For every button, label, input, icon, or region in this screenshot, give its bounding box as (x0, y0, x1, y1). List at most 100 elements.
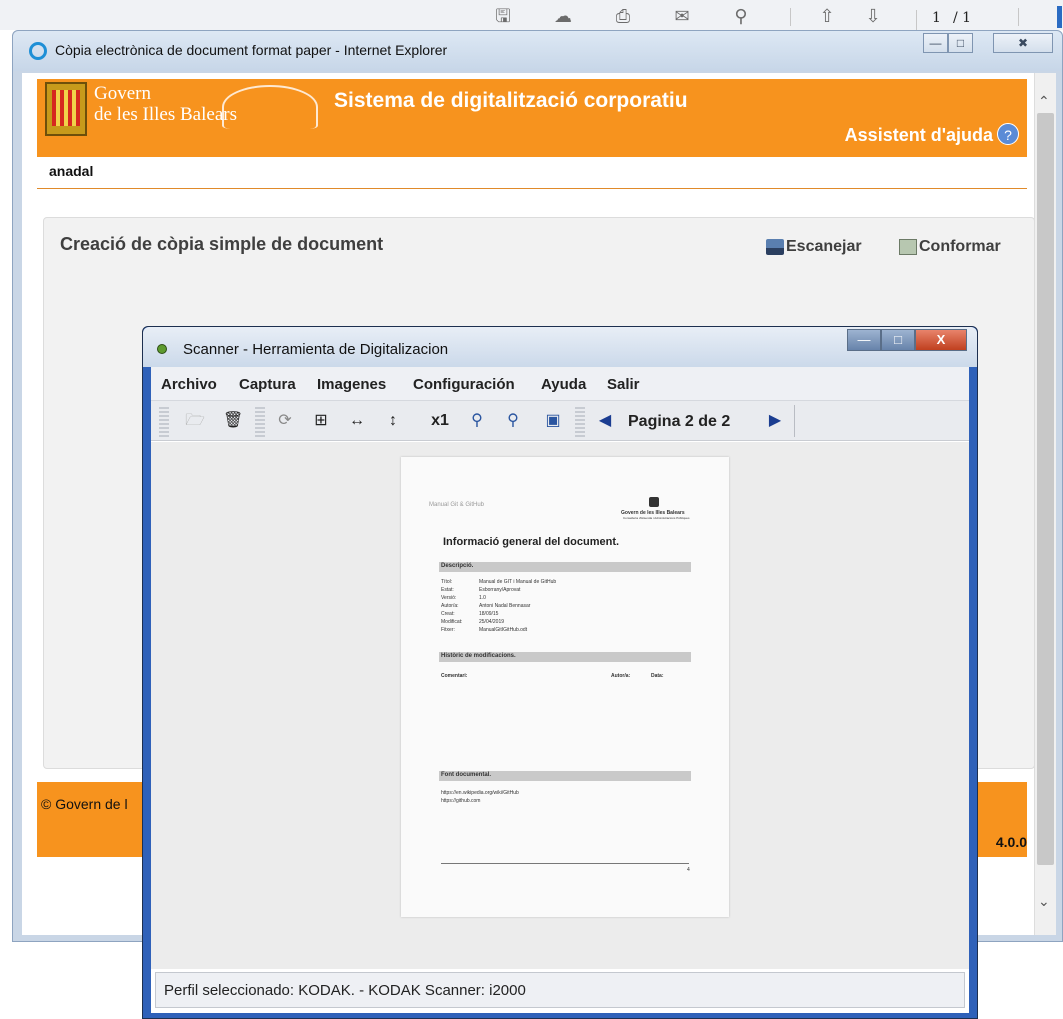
doc-field-key: Creat: (441, 611, 455, 617)
scrollbar-thumb[interactable] (1037, 113, 1054, 865)
scan-label: Escanejar (786, 238, 862, 255)
doc-link: https://github.com (441, 798, 481, 804)
scroll-up-icon[interactable]: ⌃ (1038, 93, 1050, 110)
toolbar-grip[interactable] (255, 407, 265, 437)
doc-field-value: ManualGitIGitHub.odt (479, 627, 528, 633)
doc-section-history-label: Històric de modificacions. (441, 653, 516, 659)
arrow-down-icon[interactable]: ⇩ (862, 6, 884, 26)
menu-archivo[interactable]: Archivo (161, 376, 217, 393)
arrow-up-icon[interactable]: ⇧ (816, 6, 838, 26)
doc-field-key: Modificat: (441, 619, 463, 625)
system-title: Sistema de digitalització corporatiu (334, 89, 688, 112)
brand-swoosh-icon (222, 85, 318, 129)
trash-icon[interactable]: 🗑 (223, 411, 243, 431)
doc-section-sources: Font documental. (439, 771, 691, 781)
doc-field-key: Autor/a: (441, 603, 459, 609)
zoom-in-icon[interactable]: ⚲ (467, 411, 487, 431)
ie-titlebar[interactable]: Còpia electrònica de document format pap… (13, 31, 1062, 71)
menu-configuracion[interactable]: Configuración (413, 376, 515, 393)
pdf-toolbar: 🖫 ☁ ⎙ ✉ ⚲ ⇧ ⇩ 1 / 1 (0, 0, 1063, 30)
doc-field-value: 1.0 (479, 595, 486, 601)
zoom-1x-icon[interactable]: x1 (427, 411, 453, 431)
doc-field-value: Manual de GIT i Manual de GitHub (479, 579, 557, 585)
toolbar-grip[interactable] (159, 407, 169, 437)
doc-history-col: Data: (651, 673, 664, 679)
username: anadal (49, 163, 94, 179)
pdf-side-marker (1057, 6, 1062, 28)
doc-seal-icon (649, 497, 659, 507)
upload-icon[interactable]: ☁ (552, 6, 574, 26)
print-icon[interactable]: ⎙ (612, 6, 634, 26)
doc-field-key: Estat: (441, 587, 454, 593)
fit-height-icon[interactable]: ↕ (383, 411, 403, 431)
zoom-out-icon[interactable]: ⚲ (503, 411, 523, 431)
page-indicator: Pagina 2 de 2 (628, 413, 731, 430)
doc-footer-rule (441, 863, 689, 864)
ie-logo-icon (29, 42, 47, 60)
toolbar-separator (794, 405, 795, 437)
mail-icon[interactable]: ✉ (671, 6, 693, 26)
doc-field-key: Versió: (441, 595, 457, 601)
doc-page-number: 4 (687, 867, 690, 873)
maximize-button[interactable]: □ (948, 33, 973, 53)
brand-line-2: de les Illes Balears (94, 104, 237, 125)
search-icon[interactable]: ⚲ (730, 6, 752, 26)
conform-icon (899, 239, 917, 255)
menu-salir[interactable]: Salir (607, 376, 640, 393)
header-divider (37, 188, 1027, 189)
scanner-window: Scanner - Herramienta de Digitalizacion … (142, 326, 978, 1019)
menu-captura[interactable]: Captura (239, 376, 296, 393)
scanned-page: Manual Git & GitHub Govern de les Illes … (401, 457, 729, 917)
pdf-page-current[interactable]: 1 (932, 10, 941, 26)
conform-action[interactable]: Conformar (899, 238, 1001, 256)
open-icon[interactable]: 🗁 (185, 411, 205, 431)
site-header: Govern de les Illes Balears Sistema de d… (37, 79, 1027, 157)
scanner-maximize-button[interactable]: □ (881, 329, 915, 351)
doc-section-description-label: Descripció. (441, 563, 474, 569)
doc-history-col: Autor/a: (611, 673, 631, 679)
rotate-icon[interactable]: ⟳ (275, 411, 295, 431)
doc-section-description: Descripció. (439, 562, 691, 572)
scroll-down-icon[interactable]: ⌄ (1038, 893, 1050, 910)
doc-link: https://en.wikipedia.org/wiki/GitHub (441, 790, 519, 796)
next-page-icon[interactable]: ▶ (765, 411, 785, 431)
ie-window-title: Còpia electrònica de document format pap… (55, 42, 448, 58)
doc-section-sources-label: Font documental. (441, 772, 491, 778)
help-icon[interactable]: ? (997, 123, 1019, 145)
menu-ayuda[interactable]: Ayuda (541, 376, 586, 393)
scanner-icon (766, 239, 784, 255)
doc-field-value: Esborrany/Aprovat (479, 587, 521, 593)
help-assistant-link[interactable]: Assistent d'ajuda (845, 125, 993, 146)
menu-imagenes[interactable]: Imagenes (317, 376, 386, 393)
brand-line-1: Govern (94, 83, 151, 104)
scanner-body: Archivo Captura Imagenes Configuración A… (151, 367, 969, 1013)
fit-page-icon[interactable]: ⊞ (311, 411, 331, 431)
doc-field-value: Antoni Nadal Bennasar (479, 603, 531, 609)
doc-section-history: Històric de modificacions. (439, 652, 691, 662)
close-button[interactable]: ✖ (993, 33, 1053, 53)
copyright-text: © Govern de l (41, 796, 128, 812)
pdf-page-total: / 1 (953, 10, 972, 26)
doc-header-right-2: Conselleria d'Hisenda i Administracions … (623, 516, 690, 520)
select-area-icon[interactable]: ▣ (543, 411, 563, 431)
doc-field-key: Títol: (441, 579, 453, 585)
status-bar: Perfil seleccionado: KODAK. - KODAK Scan… (155, 972, 965, 1008)
scanner-window-title: Scanner - Herramienta de Digitalizacion (183, 341, 449, 358)
scan-action[interactable]: Escanejar (766, 238, 862, 256)
ie-vertical-scrollbar[interactable]: ⌃ ⌄ (1034, 73, 1056, 935)
save-icon[interactable]: 🖫 (492, 6, 514, 26)
prev-page-icon[interactable]: ◀ (595, 411, 615, 431)
conform-label: Conformar (919, 238, 1001, 255)
fit-width-icon[interactable]: ↔ (347, 411, 367, 431)
scan-preview-area[interactable]: Manual Git & GitHub Govern de les Illes … (151, 442, 969, 969)
doc-header-left: Manual Git & GitHub (429, 502, 485, 508)
scanner-titlebar[interactable]: Scanner - Herramienta de Digitalizacion … (143, 327, 977, 367)
panel-title: Creació de còpia simple de document (60, 234, 384, 254)
toolbar-grip[interactable] (575, 407, 585, 437)
scanner-app-icon (157, 344, 167, 354)
scanner-minimize-button[interactable]: — (847, 329, 881, 351)
doc-history-col: Comentari: (441, 673, 468, 679)
minimize-button[interactable]: — (923, 33, 948, 53)
doc-field-key: Fitxer: (441, 627, 455, 633)
scanner-close-button[interactable]: X (915, 329, 967, 351)
